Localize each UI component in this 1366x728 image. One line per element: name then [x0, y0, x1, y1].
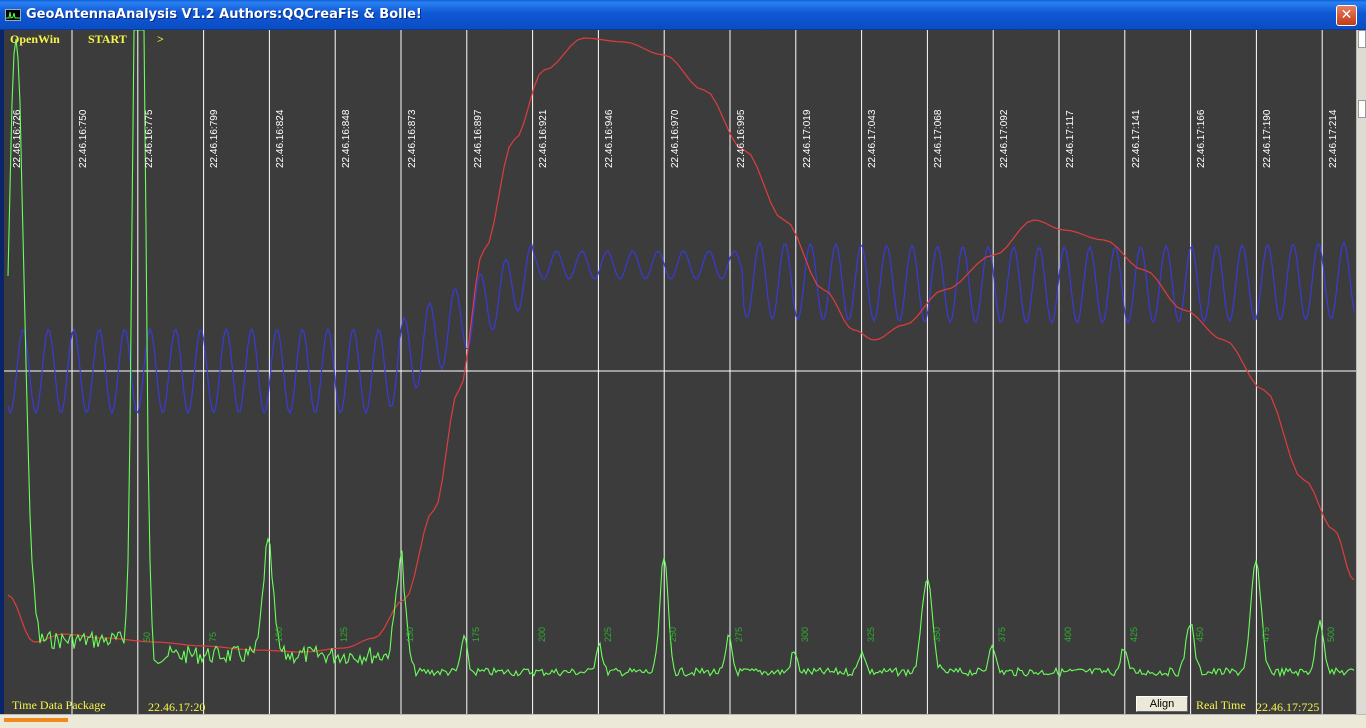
- close-icon: ✕: [1340, 7, 1353, 23]
- time-label: 22.46.16:970: [670, 109, 681, 168]
- time-label: 22.46.16:946: [604, 109, 616, 168]
- time-label: 22.46.16:897: [472, 109, 484, 168]
- green-value-label: 325: [865, 626, 876, 642]
- green-value-label: 150: [405, 626, 416, 642]
- green-value-label: 250: [668, 626, 679, 642]
- plot-area[interactable]: OpenWin START > 22.46.16:726 22.46.16:750…: [4, 30, 1356, 714]
- time-gridlines: [71, 30, 1323, 714]
- green-value-label: 175: [471, 626, 481, 642]
- time-data-package-label: Time Data Package: [12, 698, 106, 712]
- green-value-label: 450: [1194, 626, 1205, 642]
- time-label: 22.46.16:775: [143, 109, 155, 168]
- scroll-thumb[interactable]: [1358, 100, 1366, 118]
- time-label: 22.46.16:799: [209, 109, 221, 168]
- title-bar[interactable]: GeoAntennaAnalysis V1.2 Authors:QQCreaFi…: [0, 0, 1366, 30]
- green-value-label: 475: [1260, 626, 1271, 642]
- time-label: 22.46.17:043: [867, 109, 879, 168]
- time-label: 22.46.16:848: [341, 109, 352, 168]
- time-label: 22.46.16:873: [406, 109, 418, 168]
- real-time-label: Real Time: [1196, 698, 1246, 712]
- real-time-value: 22.46.17:725: [1256, 700, 1320, 714]
- green-value-label: 200: [536, 626, 547, 642]
- window-title: GeoAntennaAnalysis V1.2 Authors:QQCreaFi…: [26, 7, 422, 22]
- start-menu[interactable]: START: [88, 32, 127, 47]
- time-label: 22.46.16:750: [77, 109, 89, 168]
- time-label: 22.46.17:190: [1262, 109, 1274, 168]
- green-value-label: 300: [800, 626, 810, 642]
- align-button[interactable]: Align: [1136, 696, 1188, 712]
- time-label: 22.46.16:995: [735, 109, 747, 168]
- green-value-label: 350: [931, 626, 942, 642]
- time-label: 22.46.16:726: [12, 109, 23, 168]
- next-menu[interactable]: >: [157, 32, 164, 47]
- green-value-label: 275: [734, 626, 745, 642]
- green-value-label: 75: [207, 631, 218, 642]
- green-value-label: 100: [273, 626, 284, 642]
- vertical-scrollbar[interactable]: [1356, 30, 1366, 714]
- horizontal-scrollbar[interactable]: [0, 714, 1366, 728]
- close-button[interactable]: ✕: [1336, 5, 1357, 26]
- time-label: 22.46.16:921: [538, 109, 550, 168]
- application-window: GeoAntennaAnalysis V1.2 Authors:QQCreaFi…: [0, 0, 1366, 728]
- green-value-label: 375: [997, 626, 1008, 642]
- time-label: 22.46.17:214: [1328, 109, 1339, 168]
- blue-trace: [7, 241, 1355, 415]
- time-label: 22.46.17:166: [1196, 109, 1208, 168]
- green-value-label: 50: [142, 631, 152, 642]
- scroll-up-button[interactable]: [1358, 30, 1366, 48]
- green-value-label: 225: [602, 626, 613, 642]
- progress-indicator: [4, 718, 68, 722]
- time-label: 22.46.17:019: [801, 109, 813, 168]
- time-label: 22.46.17:141: [1130, 109, 1142, 168]
- green-value-label: 125: [339, 626, 350, 642]
- green-value-label: 500: [1326, 626, 1337, 642]
- time-label: 22.46.16:824: [275, 109, 287, 168]
- time-label: 22.46.17:117: [1064, 110, 1076, 168]
- time-label: 22.46.17:092: [999, 109, 1010, 168]
- green-value-label: 425: [1129, 626, 1139, 642]
- time-data-package-value: 22.46.17:20: [148, 700, 206, 714]
- green-value-label: 400: [1063, 626, 1074, 642]
- openwin-menu[interactable]: OpenWin: [10, 32, 60, 47]
- oscilloscope-icon: [5, 9, 21, 21]
- time-label: 22.46.17:068: [933, 109, 945, 168]
